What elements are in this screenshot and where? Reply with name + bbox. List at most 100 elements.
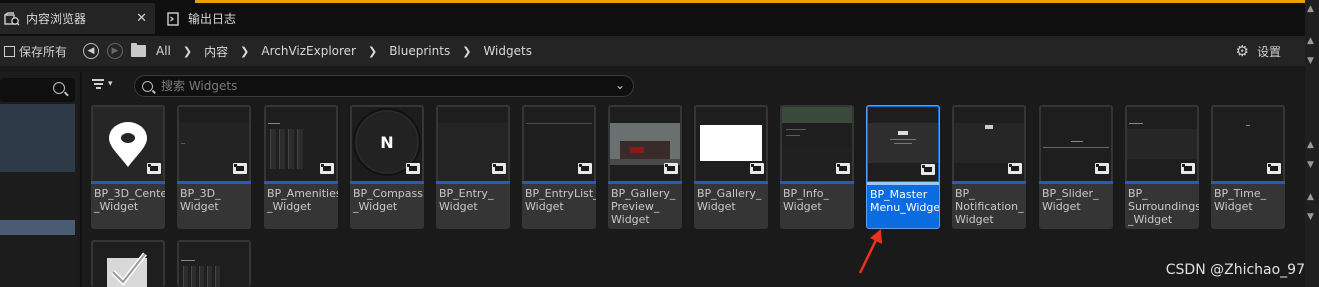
sources-panel <box>0 72 78 287</box>
widget-type-icon <box>406 163 420 174</box>
asset-type-bar <box>522 181 596 184</box>
asset-type-bar <box>952 181 1026 184</box>
scroll-up-icon[interactable]: ▲ <box>1307 36 1314 46</box>
settings-button[interactable]: ⚙ 设置 <box>1236 42 1281 60</box>
back-button[interactable]: ◀ <box>83 43 100 59</box>
asset-tile[interactable]: N BP_Compass _Widget <box>350 105 424 229</box>
watermark: CSDN @Zhichao_97 <box>1165 262 1305 278</box>
asset-label: BP_ Surroundings _Widget <box>1128 187 1199 226</box>
widget-type-icon <box>320 163 334 174</box>
tab-label: 输出日志 <box>188 12 237 26</box>
asset-tile[interactable]: BP_3D_Center _Widget <box>91 105 165 229</box>
asset-tile[interactable]: BP_Slider_ Widget <box>1039 105 1113 229</box>
widget-type-icon <box>1267 163 1281 174</box>
asset-label: BP_Gallery_ Preview_ Widget <box>611 187 676 226</box>
breadcrumb-archvizexplorer[interactable]: ArchVizExplorer <box>261 44 356 58</box>
widget-type-icon <box>836 163 850 174</box>
asset-type-bar <box>694 181 768 184</box>
widget-type-icon <box>233 163 247 174</box>
asset-thumbnail <box>179 242 249 287</box>
scroll-down-icon[interactable]: ▼ <box>1307 56 1314 66</box>
asset-label: BP_3D_Center _Widget <box>94 187 165 213</box>
asset-tile[interactable]: BP_EntryList_ Widget <box>522 105 596 229</box>
asset-tile[interactable]: BP_Entry_ Widget <box>436 105 510 229</box>
right-scrollbar[interactable]: ▲ ▲ ▼ ▲ ▼ ▲ ▼ <box>1305 0 1319 287</box>
asset-type-bar <box>608 181 682 184</box>
arrow-right-icon: ▶ <box>111 46 119 56</box>
asset-tile[interactable] <box>177 240 251 287</box>
breadcrumb-chevron-icon[interactable]: ❯ <box>240 45 249 58</box>
asset-type-bar <box>264 181 338 184</box>
widget-type-icon <box>1181 163 1195 174</box>
breadcrumb-all[interactable]: All <box>156 44 171 58</box>
widget-type-icon <box>750 163 764 174</box>
asset-type-bar <box>177 181 251 184</box>
breadcrumb-blueprints[interactable]: Blueprints <box>389 44 450 58</box>
asset-type-bar <box>1125 181 1199 184</box>
breadcrumb-chevron-icon[interactable]: ❯ <box>368 45 377 58</box>
asset-label: BP_EntryList_ Widget <box>525 187 596 213</box>
asset-label: BP_Entry_ Widget <box>439 187 494 213</box>
asset-tile[interactable]: BP_ Surroundings _Widget <box>1125 105 1199 229</box>
sources-search-input[interactable] <box>0 78 75 102</box>
asset-label: BP_ Notification_ Widget <box>955 187 1024 226</box>
close-icon[interactable]: ✕ <box>136 11 147 26</box>
tab-content-browser[interactable]: 内容浏览器 ✕ <box>0 3 155 34</box>
asset-tile[interactable]: BP_Info_ Widget <box>780 105 854 229</box>
asset-tile[interactable]: BP_ Notification_ Widget <box>952 105 1026 229</box>
asset-label: BP_Info_ Widget <box>783 187 829 213</box>
widget-type-icon <box>578 163 592 174</box>
breadcrumb-chevron-icon[interactable]: ❯ <box>183 45 192 58</box>
asset-tile-selected[interactable]: BP_Master Menu_Widget <box>866 105 940 229</box>
widget-type-icon <box>921 164 935 175</box>
asset-tile[interactable]: BP_3D_ Widget <box>177 105 251 229</box>
scroll-down-icon[interactable]: ▼ <box>1307 160 1314 170</box>
breadcrumb-chevron-icon[interactable]: ❯ <box>462 45 471 58</box>
gear-icon: ⚙ <box>1235 42 1249 60</box>
widget-type-icon <box>147 163 161 174</box>
forward-button[interactable]: ▶ <box>107 43 124 59</box>
asset-tile[interactable]: BP_Amenities _Widget <box>264 105 338 229</box>
asset-tile[interactable] <box>91 240 165 287</box>
asset-label: BP_Slider_ Widget <box>1042 187 1099 213</box>
panel-splitter[interactable] <box>80 72 82 287</box>
scroll-down-icon[interactable]: ▼ <box>1307 212 1314 222</box>
scroll-up-icon[interactable]: ▲ <box>1307 140 1314 150</box>
widget-type-icon <box>1008 163 1022 174</box>
tab-label: 内容浏览器 <box>26 12 87 26</box>
asset-tile[interactable]: BP_Gallery_ Preview_ Widget <box>608 105 682 229</box>
tab-bar: 内容浏览器 ✕ 输出日志 <box>0 0 1319 36</box>
output-log-icon <box>166 11 182 26</box>
save-all-button[interactable]: 保存所有 <box>0 43 67 60</box>
search-icon <box>142 80 153 92</box>
asset-type-bar <box>350 181 424 184</box>
active-accent-line <box>195 0 1305 3</box>
asset-label: BP_Compass _Widget <box>353 187 423 213</box>
folder-icon[interactable] <box>131 43 147 57</box>
sources-favorites-area[interactable] <box>0 104 75 172</box>
asset-type-bar <box>91 181 165 184</box>
save-all-label: 保存所有 <box>19 44 68 59</box>
asset-tile[interactable]: BP_Gallery_ Widget <box>694 105 768 229</box>
content-browser-icon <box>4 11 20 26</box>
filter-button[interactable]: ▾ <box>92 79 113 89</box>
widget-type-icon <box>664 163 678 174</box>
asset-search-input[interactable] <box>161 79 601 93</box>
breadcrumb-content[interactable]: 内容 <box>204 43 228 60</box>
asset-label: BP_3D_ Widget <box>180 187 221 213</box>
widget-type-icon <box>1095 163 1109 174</box>
asset-tile[interactable]: BP_Time_ Widget <box>1211 105 1285 229</box>
asset-label: BP_Time_ Widget <box>1214 187 1267 213</box>
scroll-up-icon[interactable]: ▲ <box>1307 4 1314 14</box>
tab-output-log[interactable]: 输出日志 <box>160 3 300 34</box>
asset-label: BP_Gallery_ Widget <box>697 187 762 213</box>
scroll-up-icon[interactable]: ▲ <box>1307 192 1314 202</box>
asset-search-box[interactable]: ⌄ <box>134 75 634 97</box>
selected-folder-row[interactable] <box>0 220 75 235</box>
breadcrumb-widgets[interactable]: Widgets <box>483 44 532 58</box>
asset-label: BP_Master Menu_Widget <box>870 188 940 214</box>
asset-label: BP_Amenities _Widget <box>267 187 338 213</box>
save-icon <box>4 45 15 57</box>
asset-type-bar <box>436 181 510 184</box>
chevron-down-icon[interactable]: ⌄ <box>615 78 625 92</box>
